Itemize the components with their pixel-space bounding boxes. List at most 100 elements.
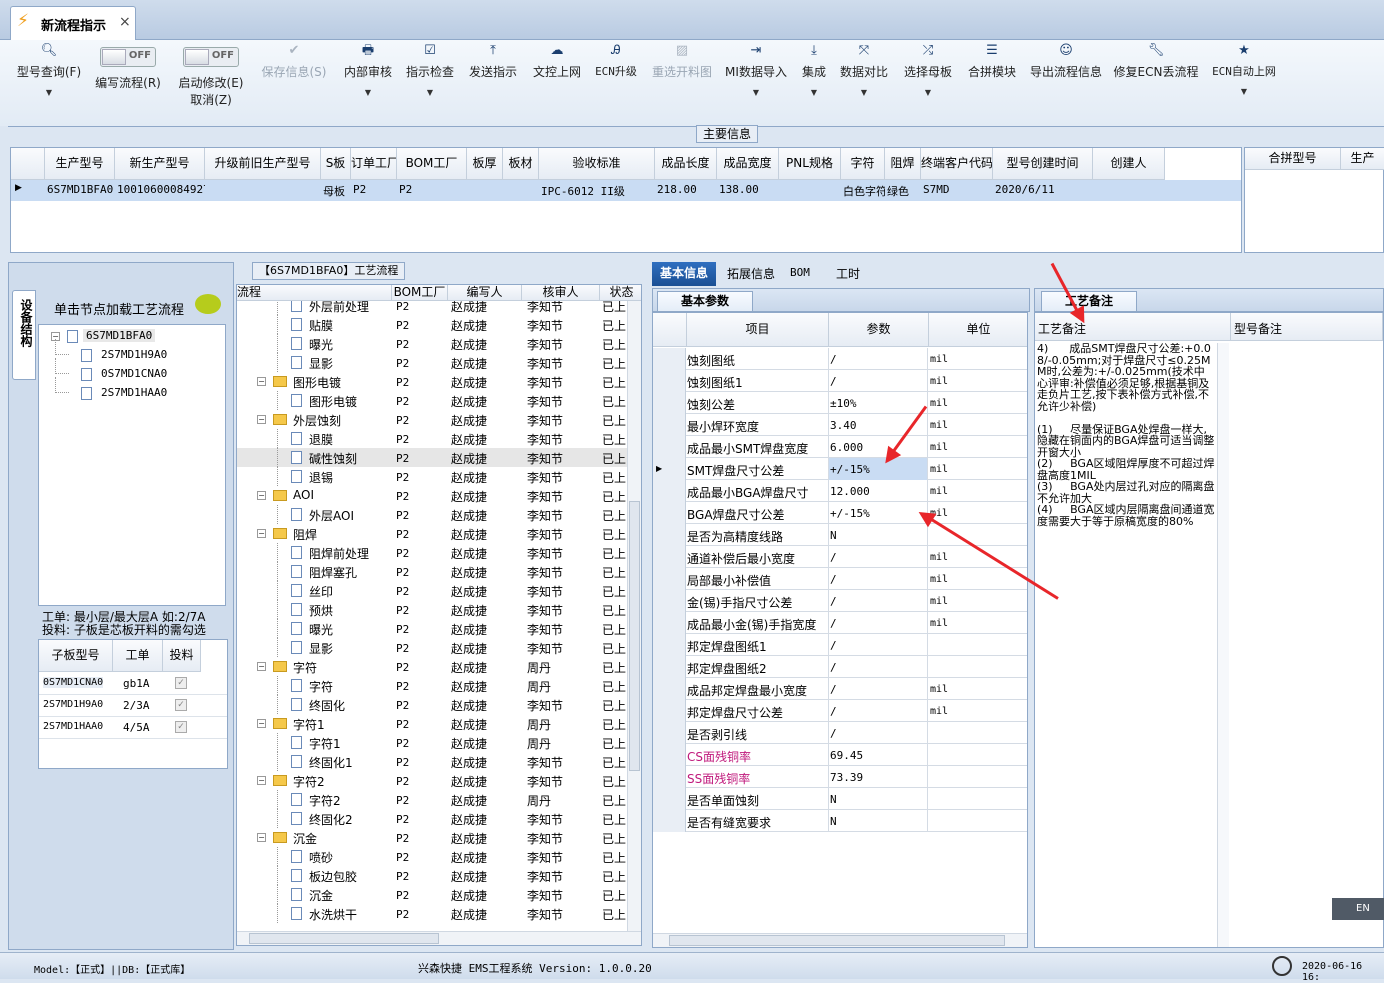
sub-board-model[interactable]: 0S7MD1CNA0 <box>43 677 104 688</box>
hscroll-thumb[interactable] <box>249 933 439 944</box>
sub-board-model[interactable]: 2S7MD1HAA0 <box>43 721 103 732</box>
param-value-cell[interactable] <box>828 612 928 634</box>
param-row[interactable]: 成品最小金(锡)手指宽度 / mil <box>653 612 1027 634</box>
param-row[interactable]: 成品最小SMT焊盘宽度 6.000 mil <box>653 436 1027 458</box>
main-info-cell[interactable]: 10010600084927 <box>117 183 205 196</box>
model-tree[interactable]: − 6S7MD1BFA0 2S7MD1H9A0 0S7MD1CNA0 2S7MD1H… <box>38 324 226 606</box>
merge-module-button[interactable]: ☰ 合拼模块 <box>962 40 1022 124</box>
flow-row[interactable]: − 字符1 P2 赵成捷 周丹 已上 <box>237 714 627 733</box>
param-row[interactable]: 通道补偿后最小宽度 / mil <box>653 546 1027 568</box>
param-value-cell[interactable] <box>828 788 928 810</box>
flow-row[interactable]: 显影 P2 赵成捷 李知节 已上 <box>237 638 627 657</box>
param-row[interactable]: 是否有缝宽要求 N <box>653 810 1027 832</box>
tab-work-hours[interactable]: 工时 <box>836 265 860 282</box>
flow-row[interactable]: 沉金 P2 赵成捷 李知节 已上 <box>237 885 627 904</box>
flow-row[interactable]: 外层AOI P2 赵成捷 李知节 已上 <box>237 505 627 524</box>
collapse-icon[interactable]: − <box>257 776 266 785</box>
tree-node[interactable]: 0S7MD1CNA0 <box>101 367 167 380</box>
param-value-cell[interactable] <box>828 348 928 370</box>
edit-flow-switch[interactable]: OFF <box>100 47 156 67</box>
internal-review-button[interactable]: 🖶︎ 内部审核 ▼ <box>338 40 398 124</box>
param-row[interactable]: BGA焊盘尺寸公差 +/-15% mil <box>653 502 1027 524</box>
flow-row[interactable]: 贴膜 P2 赵成捷 李知节 已上 <box>237 315 627 334</box>
param-row[interactable]: 金(锡)手指尺寸公差 / mil <box>653 590 1027 612</box>
save-button[interactable]: ✔ 保存信息(S) <box>256 40 332 124</box>
param-value-cell[interactable] <box>828 722 928 744</box>
param-row[interactable]: 蚀刻图纸1 / mil <box>653 370 1027 392</box>
reselect-panel-button[interactable]: ▨ 重选开料图 <box>648 40 716 124</box>
flow-row[interactable]: 板边包胶 P2 赵成捷 李知节 已上 <box>237 866 627 885</box>
flow-row[interactable]: − 外层蚀刻 P2 赵成捷 李知节 已上 <box>237 410 627 429</box>
param-value-cell[interactable] <box>828 546 928 568</box>
tab-extended-info[interactable]: 拓展信息 <box>720 265 782 282</box>
collapse-icon[interactable]: − <box>257 529 266 538</box>
flow-row[interactable]: 终固化1 P2 赵成捷 李知节 已上 <box>237 752 627 771</box>
flow-row[interactable]: 阻焊前处理 P2 赵成捷 李知节 已上 <box>237 543 627 562</box>
param-value-cell[interactable] <box>828 370 928 392</box>
ecn-auto-button[interactable]: ★ ECN自动上网 ▼ <box>1206 40 1282 124</box>
param-row[interactable]: 是否单面蚀刻 N <box>653 788 1027 810</box>
params-horizontal-scrollbar[interactable] <box>653 933 1027 947</box>
tree-root[interactable]: 6S7MD1BFA0 <box>83 329 156 342</box>
flow-row[interactable]: 终固化 P2 赵成捷 李知节 已上 <box>237 695 627 714</box>
basic-params-grid[interactable]: 项目 参数 单位 蚀刻图纸 / mil 蚀刻图纸1/mil 蚀刻公差 ±10% mil 最小焊环宽… <box>652 312 1028 948</box>
tree-node[interactable]: 2S7MD1H9A0 <box>101 348 167 361</box>
flow-row[interactable]: − 字符2 P2 赵成捷 李知节 已上 <box>237 771 627 790</box>
main-info-cell[interactable]: 2020/6/11 <box>995 183 1093 196</box>
collapse-icon[interactable]: − <box>257 833 266 842</box>
flow-grid[interactable]: 流程 BOM工厂 编写人 核审人 状态 外层前处理 P2 赵成捷 李知节 已上 贴膜 P2 赵成捷 李知… <box>236 284 642 946</box>
param-row[interactable]: 邦定焊盘图纸1 / <box>653 634 1027 656</box>
row-indicator[interactable]: ▶ <box>15 183 22 193</box>
main-info-row[interactable]: ▶ 6S7MD1BFA0 10010600084927 母板 P2 P2 IPC-6012 … <box>11 180 1241 201</box>
flow-row[interactable]: − 阻焊 P2 赵成捷 李知节 已上 <box>237 524 627 543</box>
flow-row[interactable]: 字符1 P2 赵成捷 周丹 已上 <box>237 733 627 752</box>
main-info-cell[interactable]: S7MD <box>923 183 993 196</box>
fix-ecn-button[interactable]: 🔧︎ 修复ECN丢流程 <box>1112 40 1200 124</box>
flow-row[interactable]: 曝光 P2 赵成捷 李知节 已上 <box>237 334 627 353</box>
tab-basic-info[interactable]: 基本信息 <box>652 262 716 286</box>
main-info-cell[interactable]: 6S7MD1BFA0 <box>47 183 115 196</box>
main-info-cell[interactable]: 白色字符 <box>843 183 885 199</box>
param-row[interactable]: 成品邦定焊盘最小宽度 / mil <box>653 678 1027 700</box>
remark-scrollbar[interactable] <box>1217 343 1229 947</box>
param-value-cell[interactable] <box>828 524 928 546</box>
sub-board-order[interactable]: 4/5A <box>123 721 150 734</box>
main-info-cell[interactable]: 138.00 <box>719 183 779 196</box>
param-row[interactable]: 成品最小BGA焊盘尺寸 12.000 mil <box>653 480 1027 502</box>
feed-checkbox[interactable]: ✓ <box>175 721 187 733</box>
merge-model-grid[interactable]: 合拼型号 生产 <box>1244 147 1384 253</box>
flow-row[interactable]: 丝印 P2 赵成捷 李知节 已上 <box>237 581 627 600</box>
flow-row[interactable]: 曝光 P2 赵成捷 李知节 已上 <box>237 619 627 638</box>
sub-board-table[interactable]: 子板型号 工单 投料 0S7MD1CNA0 gb1A ✓ 2S7MD1H9A0 2/3A ✓ 2S… <box>38 639 228 769</box>
flow-row[interactable]: 退锡 P2 赵成捷 李知节 已上 <box>237 467 627 486</box>
tab-close-button[interactable]: × <box>119 14 131 30</box>
flow-row[interactable]: 显影 P2 赵成捷 李知节 已上 <box>237 353 627 372</box>
param-row[interactable]: 邦定焊盘图纸2 / <box>653 656 1027 678</box>
flow-row[interactable]: − 图形电镀 P2 赵成捷 李知节 已上 <box>237 372 627 391</box>
flow-row[interactable]: 字符 P2 赵成捷 周丹 已上 <box>237 676 627 695</box>
process-remark-text[interactable]: 4) 成品SMT焊盘尺寸公差:+0.08/-0.05mm;对于焊盘尺寸≤0.25… <box>1037 343 1215 943</box>
flow-row[interactable]: 预烘 P2 赵成捷 李知节 已上 <box>237 600 627 619</box>
edit-flow-toggle[interactable]: OFF 编写流程(R) <box>88 40 168 124</box>
feed-checkbox[interactable]: ✓ <box>175 677 187 689</box>
main-info-cell[interactable]: IPC-6012 II级 <box>541 183 655 199</box>
collapse-icon[interactable]: − <box>257 491 266 500</box>
cancel-button[interactable]: 取消(Z) <box>172 91 250 108</box>
param-value-cell[interactable] <box>828 634 928 656</box>
vertical-tab-device[interactable]: 设备结构 <box>12 290 36 380</box>
ime-indicator[interactable]: EN <box>1332 898 1384 920</box>
tree-node[interactable]: 2S7MD1HAA0 <box>101 386 167 399</box>
main-info-grid[interactable]: 生产型号 新生产型号 升级前旧生产型号 S板 订单工厂 BOM工厂 板厚 板材 验收标准 成品长度… <box>10 147 1242 253</box>
select-mother-button[interactable]: ⤮ 选择母板 ▼ <box>898 40 958 124</box>
flow-row[interactable]: 图形电镀 P2 赵成捷 李知节 已上 <box>237 391 627 410</box>
collapse-icon[interactable]: − <box>257 377 266 386</box>
instruction-check-button[interactable]: ☑ 指示检查 ▼ <box>400 40 460 124</box>
flow-row[interactable]: 外层前处理 P2 赵成捷 李知节 已上 <box>237 301 627 315</box>
flow-row[interactable]: − 沉金 P2 赵成捷 李知节 已上 <box>237 828 627 847</box>
start-modify-toggle[interactable]: OFF 启动修改(E) 取消(Z) <box>172 40 250 124</box>
ecn-upgrade-button[interactable]: Ꭿ ECN升级 <box>590 40 642 124</box>
flow-row[interactable]: 字符2 P2 赵成捷 周丹 已上 <box>237 790 627 809</box>
feed-checkbox[interactable]: ✓ <box>175 699 187 711</box>
tab-new-flow[interactable]: ⚡ 新流程指示 × <box>10 6 136 40</box>
mi-import-button[interactable]: ⇥ MI数据导入 ▼ <box>722 40 790 124</box>
